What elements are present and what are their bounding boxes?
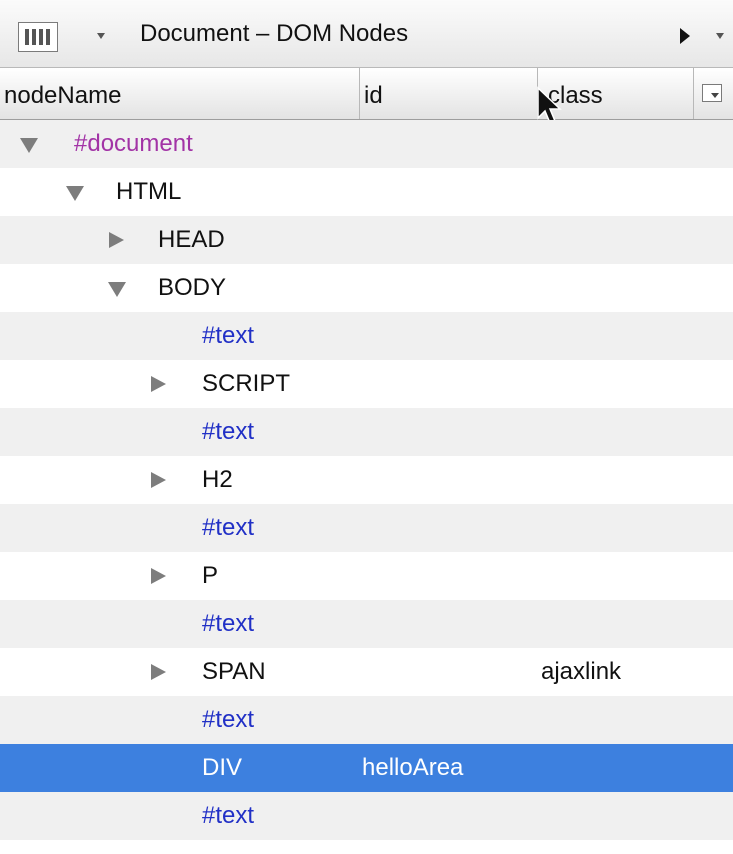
node-name: SPAN xyxy=(202,658,266,685)
tree-row-text[interactable]: #text xyxy=(0,504,733,552)
table-view-icon xyxy=(25,29,51,45)
tree-row-document[interactable]: #document xyxy=(0,120,733,168)
node-name: #text xyxy=(202,418,255,445)
tree-row-span[interactable]: SPAN ajaxlink xyxy=(0,648,733,696)
play-arrow-icon[interactable] xyxy=(680,28,690,44)
collapsed-triangle-icon[interactable] xyxy=(148,360,168,408)
tree-row-text[interactable]: #text xyxy=(0,696,733,744)
node-name: #document xyxy=(74,130,193,157)
expanded-triangle-icon[interactable] xyxy=(20,120,40,168)
tree-row-script[interactable]: SCRIPT xyxy=(0,360,733,408)
tree-row-html[interactable]: HTML xyxy=(0,168,733,216)
node-name: #text xyxy=(202,610,255,637)
node-class: ajaxlink xyxy=(541,658,622,685)
tree-row-text[interactable]: #text xyxy=(0,600,733,648)
table-header: nodeName id class xyxy=(0,68,733,120)
expanded-triangle-icon[interactable] xyxy=(108,264,128,312)
node-name: #text xyxy=(202,514,255,541)
collapsed-triangle-icon[interactable] xyxy=(148,552,168,600)
tree-row-div-selected[interactable]: DIV helloArea xyxy=(0,744,733,792)
node-name: #text xyxy=(202,802,255,829)
node-name: H2 xyxy=(202,466,233,493)
tree-row-head[interactable]: HEAD xyxy=(0,216,733,264)
column-header-id[interactable]: id xyxy=(360,68,538,119)
tree-row-text[interactable]: #text xyxy=(0,792,733,840)
tree-row-h2[interactable]: H2 xyxy=(0,456,733,504)
node-name: DIV xyxy=(202,754,243,781)
node-name: SCRIPT xyxy=(202,370,291,397)
collapsed-triangle-icon[interactable] xyxy=(148,456,168,504)
column-header-nodename[interactable]: nodeName xyxy=(0,68,360,119)
options-dropdown-icon[interactable] xyxy=(716,33,724,39)
column-picker-icon[interactable] xyxy=(702,84,722,102)
tree-row-body[interactable]: BODY xyxy=(0,264,733,312)
node-name: P xyxy=(202,562,219,589)
column-header-class[interactable]: class xyxy=(538,68,694,119)
tree-row-text[interactable]: #text xyxy=(0,312,733,360)
collapsed-triangle-icon[interactable] xyxy=(148,648,168,696)
tree-row-p[interactable]: P xyxy=(0,552,733,600)
dom-node-tree: #document HTML HEAD BODY #text SCRIPT #t… xyxy=(0,120,733,840)
node-id: helloArea xyxy=(362,754,464,781)
node-name: #text xyxy=(202,706,255,733)
node-name: #text xyxy=(202,322,255,349)
collapsed-triangle-icon[interactable] xyxy=(106,216,126,264)
node-name: BODY xyxy=(158,274,227,301)
node-name: HTML xyxy=(116,178,182,205)
expanded-triangle-icon[interactable] xyxy=(66,168,86,216)
dropdown-arrow-icon[interactable] xyxy=(97,33,105,39)
panel-title: Document – DOM Nodes xyxy=(140,20,409,47)
node-name: HEAD xyxy=(158,226,225,253)
panel-toolbar: Document – DOM Nodes xyxy=(0,0,733,68)
tree-row-text[interactable]: #text xyxy=(0,408,733,456)
view-menu-button[interactable] xyxy=(18,22,58,52)
